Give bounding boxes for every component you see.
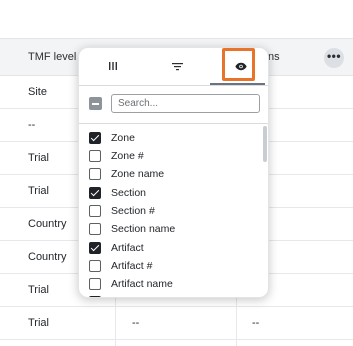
highlight-box bbox=[222, 48, 255, 81]
list-item[interactable]: Zone bbox=[89, 129, 259, 147]
column-settings-popover: Zone Zone # Zone name Section Section # … bbox=[78, 47, 269, 298]
list-item-label: Artifact name bbox=[111, 278, 173, 290]
list-item[interactable]: Artifact name bbox=[89, 275, 259, 293]
columns-icon bbox=[108, 58, 118, 76]
list-item[interactable]: Section name bbox=[89, 220, 259, 238]
list-item-label: Section name bbox=[111, 223, 176, 235]
table-cell: Trial bbox=[28, 317, 49, 329]
tab-columns[interactable] bbox=[83, 48, 143, 86]
checkbox[interactable] bbox=[89, 205, 101, 217]
tab-filter[interactable] bbox=[147, 48, 207, 86]
checkbox[interactable] bbox=[89, 260, 101, 272]
checkbox[interactable] bbox=[89, 223, 101, 235]
search-input[interactable] bbox=[111, 94, 260, 113]
list-item-label: Zone name bbox=[111, 168, 165, 180]
list-item-label: Artifact # bbox=[111, 260, 153, 272]
list-item-label: Section bbox=[111, 187, 147, 199]
table-cell: -- bbox=[252, 317, 260, 329]
list-item[interactable]: Artifact bbox=[89, 239, 259, 257]
list-item[interactable]: Section bbox=[89, 184, 259, 202]
list-item[interactable]: Section # bbox=[89, 202, 259, 220]
filter-icon bbox=[171, 58, 183, 76]
active-tab-indicator bbox=[210, 83, 265, 85]
table-cell: -- bbox=[132, 317, 140, 329]
select-all-checkbox[interactable] bbox=[89, 97, 102, 110]
search-row bbox=[87, 94, 262, 116]
checkbox[interactable] bbox=[89, 132, 101, 144]
list-item-label: Section # bbox=[111, 205, 155, 217]
checkbox[interactable] bbox=[89, 187, 101, 199]
table-cell: Country bbox=[28, 218, 67, 230]
checkbox[interactable] bbox=[89, 296, 101, 297]
list-item[interactable]: Zone # bbox=[89, 147, 259, 165]
table-cell: Country bbox=[28, 251, 67, 263]
table-cell: -- bbox=[28, 119, 36, 131]
checkbox[interactable] bbox=[89, 278, 101, 290]
scrollbar-thumb[interactable] bbox=[263, 126, 267, 162]
table-cell: Trial bbox=[28, 185, 49, 197]
checkbox[interactable] bbox=[89, 168, 101, 180]
list-item-label: Zone # bbox=[111, 150, 144, 162]
table-cell: Site bbox=[28, 86, 47, 98]
table-cell: Trial bbox=[28, 284, 49, 296]
list-item-label: Artifact bbox=[111, 242, 144, 254]
table-row: Trial -- -- bbox=[0, 307, 353, 340]
column-header-tmf-level[interactable]: TMF level bbox=[28, 39, 76, 76]
column-header-ns[interactable]: ns bbox=[268, 39, 280, 76]
checkbox[interactable] bbox=[89, 242, 101, 254]
list-item-label: Zone bbox=[111, 132, 135, 144]
more-options-icon[interactable]: ••• bbox=[324, 48, 344, 68]
list-item[interactable] bbox=[89, 293, 259, 297]
checkbox[interactable] bbox=[89, 150, 101, 162]
list-item[interactable]: Artifact # bbox=[89, 257, 259, 275]
table-cell: Trial bbox=[28, 152, 49, 164]
column-list: Zone Zone # Zone name Section Section # … bbox=[79, 124, 268, 297]
list-item[interactable]: Zone name bbox=[89, 165, 259, 183]
